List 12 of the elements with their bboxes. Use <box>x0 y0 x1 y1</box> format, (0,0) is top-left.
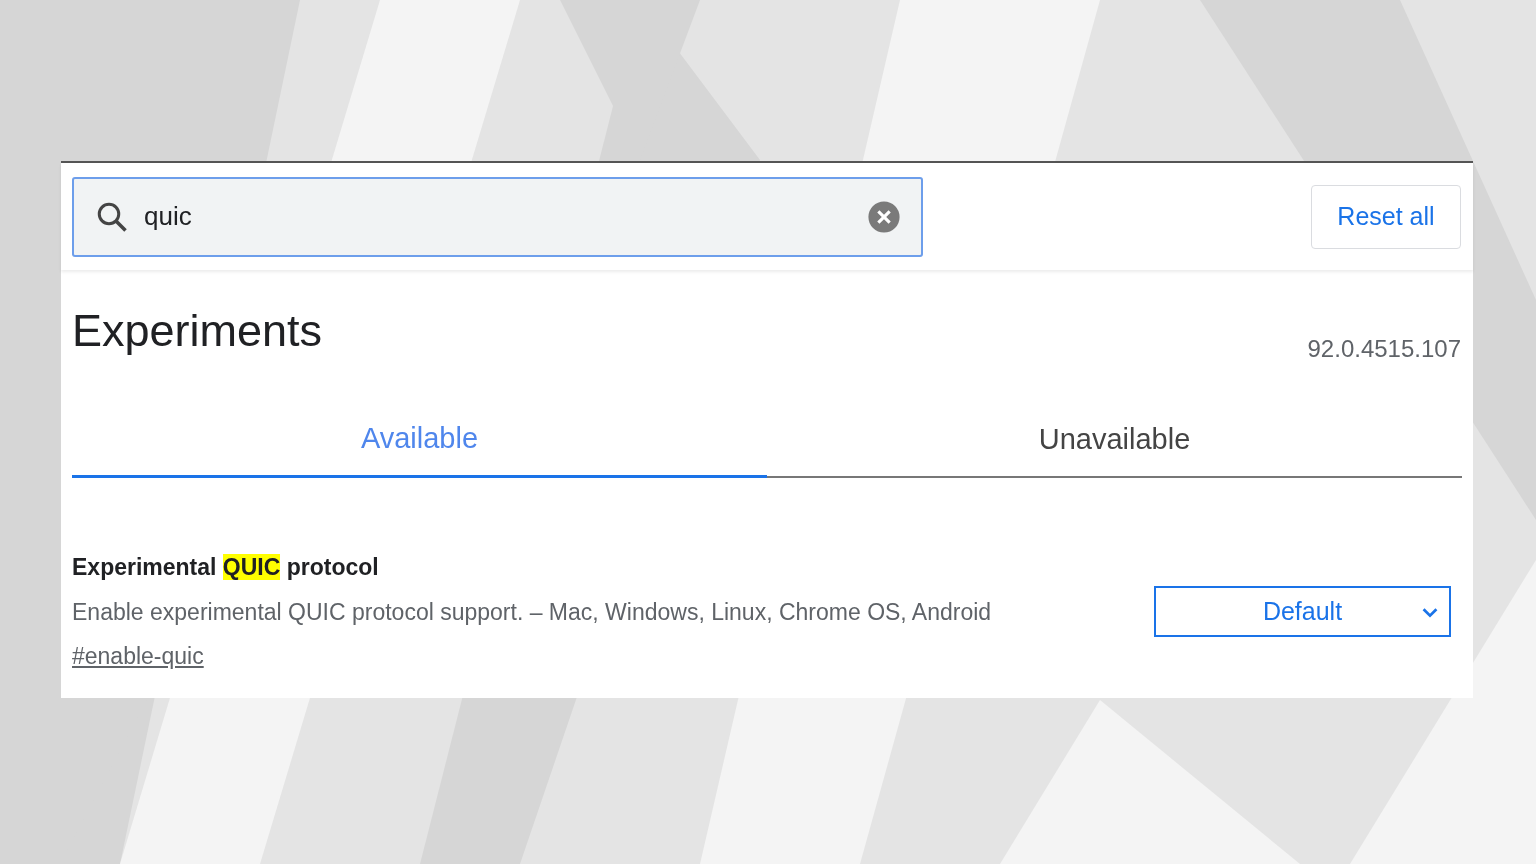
reset-all-button[interactable]: Reset all <box>1311 184 1461 249</box>
flag-link[interactable]: #enable-quic <box>72 639 204 674</box>
search-field[interactable]: quic <box>72 176 923 257</box>
version-label: 92.0.4515.107 <box>1307 334 1461 364</box>
flag-dropdown[interactable]: Default <box>1154 586 1451 638</box>
page-heading: Experiments <box>72 308 323 353</box>
flag-description: Enable experimental QUIC protocol support. – Mac, Windows, Linux, Chrome OS, Android <box>72 597 992 627</box>
tab[interactable]: Unavailable <box>767 403 1462 478</box>
clear-icon[interactable] <box>867 199 901 234</box>
tab[interactable]: Available <box>72 403 767 478</box>
search-input[interactable]: quic <box>144 197 853 236</box>
flag-title: Experimental QUIC protocol <box>72 553 380 582</box>
